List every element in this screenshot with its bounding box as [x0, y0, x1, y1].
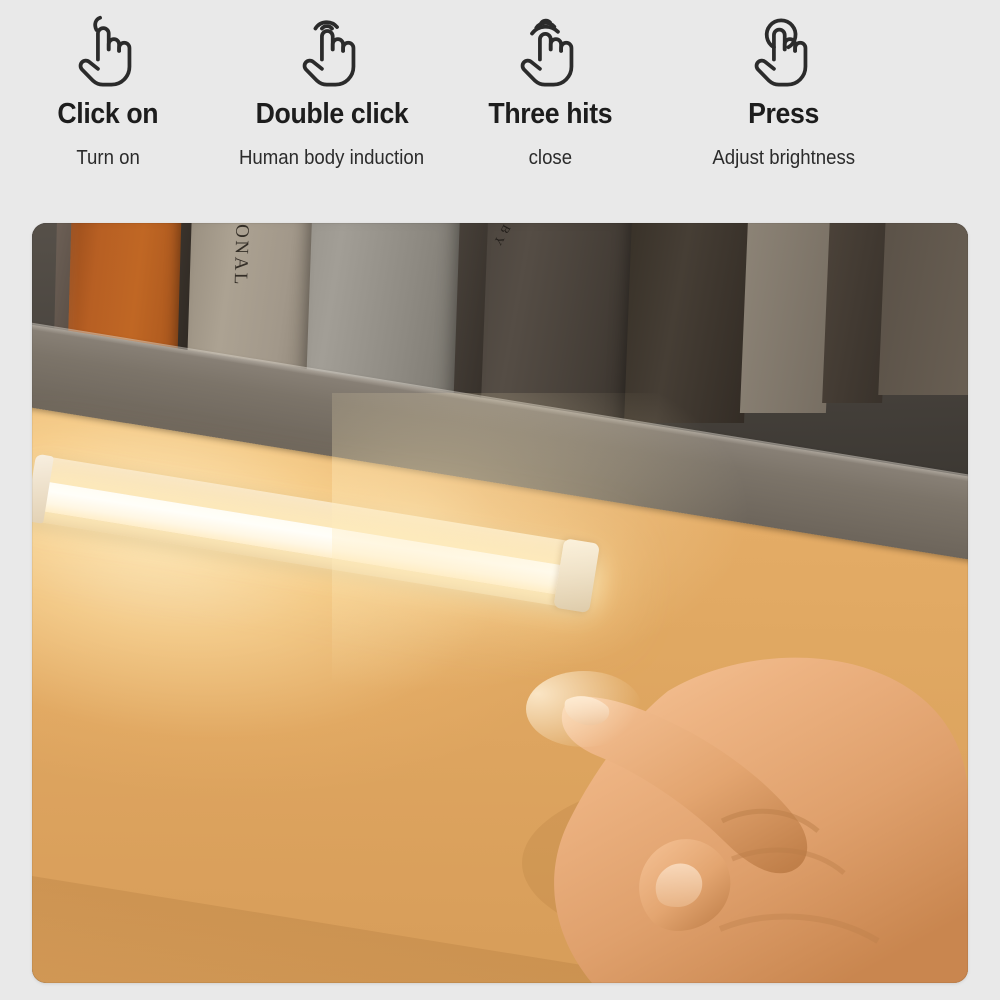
- legend-item-click-on: Click on Turn on: [8, 14, 208, 170]
- hand-press-hold-icon: [748, 14, 820, 92]
- legend-item-title: Three hits: [488, 98, 612, 130]
- legend-item-title: Double click: [255, 98, 409, 130]
- photo-scene: ATIONAL B Y: [32, 223, 968, 983]
- book-spine: [878, 223, 968, 395]
- legend-item-double-click: Double click Human body induction: [222, 14, 442, 170]
- legend-item-title: Press: [748, 98, 820, 130]
- hand-tap-once-icon: [72, 14, 144, 92]
- hand-tap-triple-icon: [514, 14, 586, 92]
- legend-item-subtitle: Adjust brightness: [712, 147, 856, 170]
- legend-item-press: Press Adjust brightness: [672, 14, 896, 170]
- book-spine: [624, 223, 752, 423]
- legend-item-three-hits: Three hits close: [460, 14, 640, 170]
- legend-item-subtitle: Human body induction: [239, 147, 425, 170]
- legend-item-subtitle: close: [528, 147, 572, 170]
- legend-item-title: Click on: [57, 98, 159, 130]
- book-spine-subtitle: B Y: [490, 223, 514, 249]
- book-spine: [739, 223, 835, 413]
- book-spine-title: ATIONAL: [229, 223, 254, 287]
- product-photo: ATIONAL B Y: [32, 223, 968, 983]
- gesture-legend: Click on Turn on Double click Human body…: [0, 0, 1000, 212]
- product-infographic-page: Click on Turn on Double click Human body…: [0, 0, 1000, 1000]
- legend-item-subtitle: Turn on: [76, 147, 140, 170]
- hand-tap-double-icon: [296, 14, 368, 92]
